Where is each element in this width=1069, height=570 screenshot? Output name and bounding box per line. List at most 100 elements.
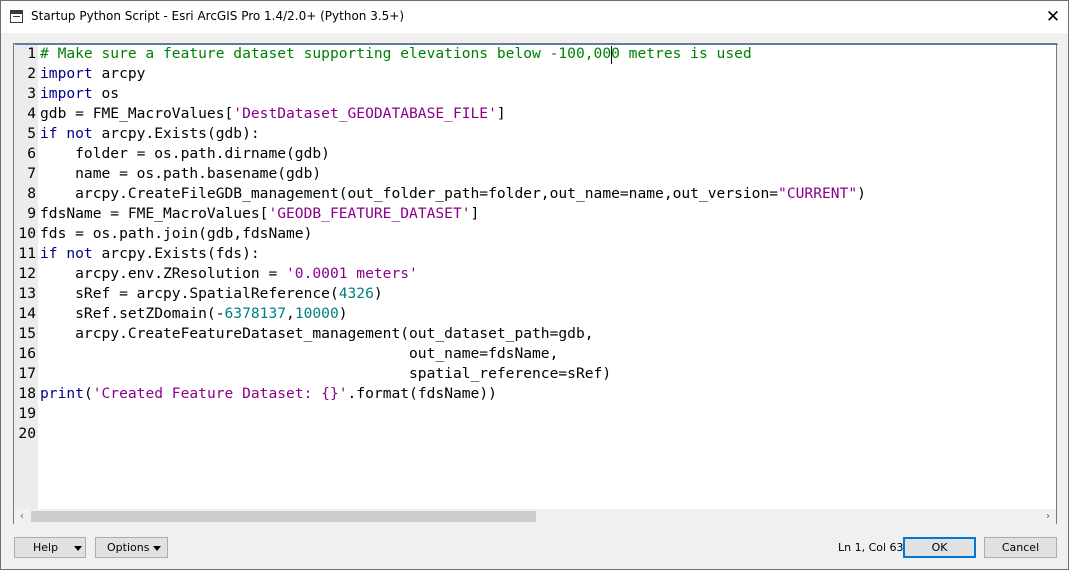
code-line[interactable]: 9 fdsName = FME_MacroValues['GEODB_FEATUR… [14,204,1056,224]
scroll-right-arrow-icon[interactable]: › [1040,509,1056,524]
code-line[interactable]: 16 out_name=fdsName, [14,344,1056,364]
code-token: arcpy.Exists(fds): [92,245,260,262]
code-text: spatial_reference=sRef) [40,364,611,384]
code-token: 4326 [338,285,374,302]
line-number: 2 [27,65,36,82]
code-line[interactable]: 1 # Make sure a feature dataset supportin… [14,44,1056,64]
line-number: 14 [18,305,36,322]
code-token: "CURRENT" [778,185,858,202]
code-token: name = os.path.basename(gdb) [40,165,322,182]
line-number: 18 [18,385,36,402]
line-number: 5 [27,125,36,142]
line-number: 6 [27,145,36,162]
line-number: 9 [27,205,36,222]
code-token: fdsName = FME_MacroValues[ [40,205,269,222]
code-line[interactable]: 3 import os [14,84,1056,104]
code-token: sRef.setZDomain(- [40,305,225,322]
code-line[interactable]: 18 print('Created Feature Dataset: {}'.fo… [14,384,1056,404]
help-button-label: Help [33,541,59,554]
editor-focus-border [15,44,1058,45]
code-token: ) [857,185,866,202]
code-line[interactable]: 10 fds = os.path.join(gdb,fdsName) [14,224,1056,244]
horizontal-scrollbar[interactable]: ‹ › [14,509,1056,524]
code-text: import arcpy [40,64,145,84]
scroll-left-arrow-icon[interactable]: ‹ [14,509,30,524]
code-line[interactable]: 15 arcpy.CreateFeatureDataset_management… [14,324,1056,344]
code-line[interactable]: 17 spatial_reference=sRef) [14,364,1056,384]
chevron-down-icon [153,546,161,551]
text-caret [611,46,612,64]
code-token: gdb = FME_MacroValues[ [40,105,234,122]
code-line[interactable]: 20 [14,424,1056,444]
code-line[interactable]: 2 import arcpy [14,64,1056,84]
code-text: out_name=fdsName, [40,344,558,364]
ok-button[interactable]: OK [903,537,976,558]
code-text: fdsName = FME_MacroValues['GEODB_FEATURE… [40,204,479,224]
code-token: ) [373,285,383,302]
code-line[interactable]: 19 [14,404,1056,424]
line-number: 11 [18,245,36,262]
code-line[interactable]: 13 sRef = arcpy.SpatialReference(4326) [14,284,1056,304]
help-button[interactable]: Help [14,537,86,558]
code-text: fds = os.path.join(gdb,fdsName) [40,224,312,244]
code-editor[interactable]: 1 # Make sure a feature dataset supportin… [13,43,1057,524]
code-token: 'GEODB_FEATURE_DATASET' [268,205,471,222]
code-token: arcpy.env.ZResolution = [40,265,287,282]
code-token: ] [470,205,480,222]
code-token: arcpy.CreateFileGDB_management(out_folde… [40,185,779,202]
line-number: 20 [18,425,36,442]
line-number: 16 [18,345,36,362]
code-text: import os [40,84,119,104]
line-number: 15 [18,325,36,342]
code-line[interactable]: 11 if not arcpy.Exists(fds): [14,244,1056,264]
code-text: arcpy.CreateFeatureDataset_management(ou… [40,324,594,344]
code-token: 'Created Feature Dataset: {}' [92,385,348,402]
code-text: folder = os.path.dirname(gdb) [40,144,330,164]
line-number: 4 [27,105,36,122]
code-text: sRef.setZDomain(-6378137,10000) [40,304,348,324]
code-line[interactable]: 8 arcpy.CreateFileGDB_management(out_fol… [14,184,1056,204]
title-bar: Startup Python Script - Esri ArcGIS Pro … [1,1,1068,33]
code-token: '0.0001 meters' [286,265,418,282]
options-button[interactable]: Options [95,537,168,558]
code-text: name = os.path.basename(gdb) [40,164,321,184]
code-token: arcpy [92,65,146,82]
line-number: 17 [18,365,36,382]
code-line[interactable]: 7 name = os.path.basename(gdb) [14,164,1056,184]
code-token: ( [83,385,93,402]
code-token: print [40,385,84,402]
code-text: # Make sure a feature dataset supporting… [40,44,752,64]
code-token: arcpy.CreateFeatureDataset_management(ou… [40,325,594,342]
code-token: out_name=fdsName, [40,345,559,362]
code-text: if not arcpy.Exists(gdb): [40,124,260,144]
code-text: gdb = FME_MacroValues['DestDataset_GEODA… [40,104,506,124]
code-text: sRef = arcpy.SpatialReference(4326) [40,284,383,304]
line-number: 1 [27,45,36,62]
code-token: 6378137 [224,305,287,322]
code-line[interactable]: 6 folder = os.path.dirname(gdb) [14,144,1056,164]
close-button[interactable]: ✕ [1041,5,1065,29]
line-number: 7 [27,165,36,182]
code-token: if not [40,125,93,142]
code-line[interactable]: 4 gdb = FME_MacroValues['DestDataset_GEOD… [14,104,1056,124]
code-area[interactable]: 1 # Make sure a feature dataset supportin… [14,44,1056,509]
code-token: folder = os.path.dirname(gdb) [40,145,330,162]
window-title: Startup Python Script - Esri ArcGIS Pro … [31,9,405,23]
code-token: import [40,65,93,82]
line-number: 10 [18,225,36,242]
line-number: 19 [18,405,36,422]
code-text: arcpy.CreateFileGDB_management(out_folde… [40,184,866,204]
cancel-button[interactable]: Cancel [984,537,1057,558]
code-token: .format(fdsName)) [347,385,497,402]
code-line[interactable]: 14 sRef.setZDomain(-6378137,10000) [14,304,1056,324]
code-text: if not arcpy.Exists(fds): [40,244,260,264]
code-line[interactable]: 5 if not arcpy.Exists(gdb): [14,124,1056,144]
code-text: print('Created Feature Dataset: {}'.form… [40,384,497,404]
scrollbar-thumb[interactable] [31,511,536,522]
code-token: if not [40,245,93,262]
code-token: , [286,305,295,322]
line-number: 12 [18,265,36,282]
code-line[interactable]: 12 arcpy.env.ZResolution = '0.0001 meter… [14,264,1056,284]
code-token: ) [338,305,348,322]
code-token: os [92,85,120,102]
